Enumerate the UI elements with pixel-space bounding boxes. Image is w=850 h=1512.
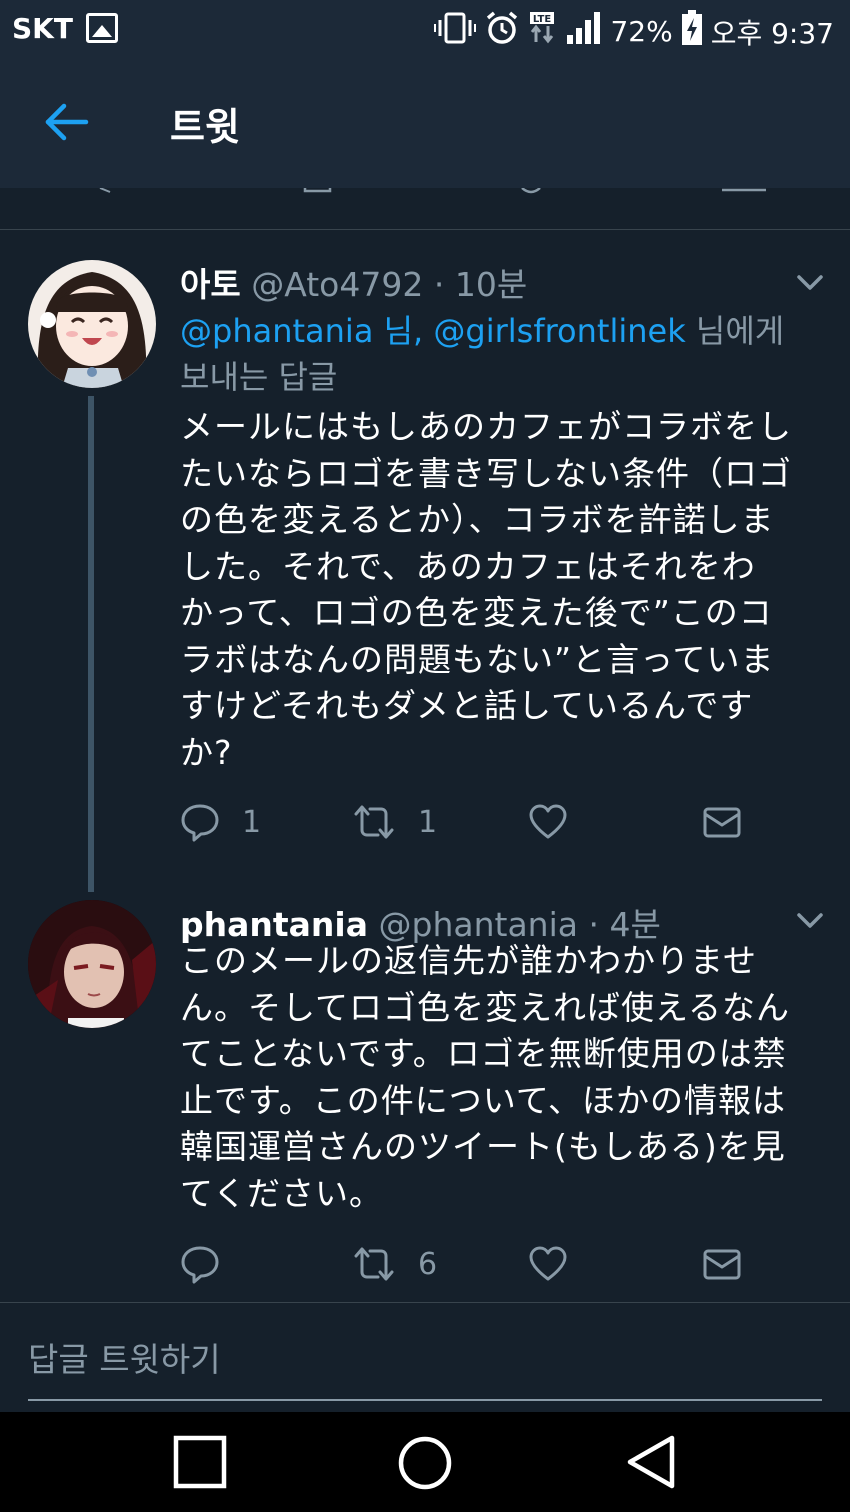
tweet-text-line: たいならロゴを書き写しない条件（ロゴ <box>180 453 792 493</box>
page-title: 트윗 <box>170 105 240 149</box>
recent-apps-icon[interactable] <box>172 1434 228 1494</box>
alarm-icon <box>484 10 520 53</box>
previous-tweet-actions-peek <box>0 188 850 230</box>
retweet-count: 1 <box>418 804 438 840</box>
tweet-text-line: 韓国運営さんのツイート(もしある)を見 <box>180 1127 786 1166</box>
home-icon[interactable] <box>396 1434 454 1496</box>
chevron-down-icon[interactable] <box>796 274 824 292</box>
envelope-icon <box>703 807 741 838</box>
retweet-icon <box>354 1247 394 1281</box>
system-nav-bar <box>0 1412 850 1512</box>
reply-button[interactable] <box>180 1244 242 1284</box>
like-button[interactable] <box>528 802 590 842</box>
tweet-text-line: かって、ロゴの色を変えた後で”このコ <box>180 593 773 632</box>
retweet-button[interactable]: 6 <box>352 1244 437 1284</box>
reply-context: @phantania 님, @girlsfrontlinek 님에게 보내는 답… <box>180 308 820 400</box>
tweet-text-line: このメールの返信先が誰かわかりませ <box>180 941 758 980</box>
tweet-time: · 10분 <box>433 265 528 304</box>
tweet-text-line: の色を変えるとか）、コラボを許諾しま <box>180 500 775 539</box>
reply-input[interactable]: 답글 트윗하기 <box>28 1333 221 1381</box>
thread-connector <box>88 396 94 892</box>
lte-text: LTE <box>533 14 552 25</box>
mention-link[interactable]: @girlsfrontlinek <box>433 312 685 350</box>
heart-icon <box>529 804 567 839</box>
reply-to-suffix: 님에게 <box>695 312 785 350</box>
carrier-label: SKT <box>12 12 73 45</box>
hidden-actions-icons <box>99 188 766 194</box>
envelope-icon <box>703 1249 741 1280</box>
top-app-bar: 트윗 <box>0 58 850 188</box>
tweet-actions: 6 <box>180 1244 780 1288</box>
vibrate-icon <box>434 11 477 52</box>
reply-composer[interactable]: 답글 트윗하기 <box>0 1302 850 1412</box>
status-icons: LTE 72% 오후 9:37 <box>434 10 834 53</box>
reply-button[interactable]: 1 <box>180 802 261 842</box>
like-button[interactable] <box>528 1244 590 1284</box>
tweet-phantania[interactable]: phantania @phantania · 4분 このメールの返信先が誰かわか… <box>0 880 850 1300</box>
share-dm-button[interactable] <box>702 1244 742 1284</box>
status-bar: SKT LTE 72% 오후 9:37 <box>0 0 850 58</box>
back-triangle-icon[interactable] <box>624 1434 680 1494</box>
tweet-text-line: メールにはもしあのカフェがコラボをし <box>180 407 792 446</box>
tweet-text-line: てください。 <box>180 1173 384 1213</box>
image-icon <box>86 13 118 43</box>
mention-link[interactable]: @phantania 님, <box>180 312 423 350</box>
reply-input-underline <box>28 1399 822 1401</box>
retweet-button[interactable]: 1 <box>352 802 437 842</box>
lte-icon: LTE <box>528 10 558 53</box>
tweet-text-line: ん。そしてロゴ色を変えれば使えるなん <box>180 987 791 1027</box>
retweet-count: 6 <box>418 1246 438 1282</box>
retweet-icon <box>354 805 394 839</box>
reply-to-label: 보내는 답글 <box>180 358 338 396</box>
battery-percent: 72% <box>610 15 673 48</box>
signal-icon <box>566 11 602 52</box>
clock: 오후 9:37 <box>710 16 834 50</box>
tweet-text-line: ラボはなんの問題もない”と言っていま <box>180 639 775 679</box>
tweet-text-line: した。それで、あのカフェはそれをわ <box>180 546 756 586</box>
chevron-down-icon[interactable] <box>796 912 824 930</box>
avatar[interactable] <box>28 900 156 1028</box>
reply-icon <box>181 804 219 842</box>
tweet-text-line: か? <box>180 732 233 772</box>
share-dm-button[interactable] <box>702 802 742 842</box>
tweet-text-line: てことないです。ロゴを無断使用のは禁 <box>180 1034 787 1073</box>
heart-icon <box>529 1246 567 1281</box>
tweet-text: このメールの返信先が誰かわかりませ ん。そしてロゴ色を変えれば使えるなん てこと… <box>180 938 825 1217</box>
battery-charging-icon <box>681 10 703 53</box>
tweet-text-line: 止です。この件について、ほかの情報は <box>180 1080 787 1120</box>
avatar[interactable] <box>28 260 156 388</box>
tweet-ato[interactable]: 아토 @Ato4792 · 10분 @phantania 님, @girlsfr… <box>0 230 850 892</box>
display-name[interactable]: 아토 <box>180 265 241 304</box>
tweet-text-line: すけどそれもダメと話しているんです <box>180 686 754 725</box>
tweet-text: メールにはもしあのカフェがコラボをし たいならロゴを書き写しない条件（ロゴ の色… <box>180 404 825 776</box>
tweet-header: 아토 @Ato4792 · 10분 <box>180 258 527 306</box>
arrow-left-icon[interactable] <box>44 102 90 142</box>
reply-count: 1 <box>242 804 262 840</box>
reply-icon <box>181 1246 219 1284</box>
tweet-actions: 1 1 <box>180 802 780 846</box>
user-handle[interactable]: @Ato4792 <box>251 265 423 304</box>
